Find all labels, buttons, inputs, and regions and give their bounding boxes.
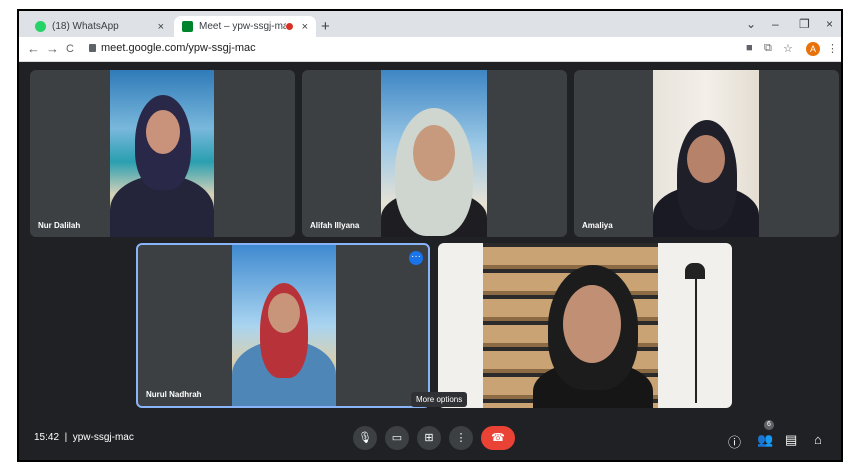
participant-tile-active[interactable]: ··· Nurul Nadhrah bbox=[136, 243, 430, 408]
camera-permission-icon[interactable]: ■ bbox=[746, 42, 753, 54]
new-tab-button[interactable]: + bbox=[321, 18, 330, 35]
url-field[interactable]: meet.google.com/ypw-ssgj-mac bbox=[101, 42, 256, 54]
meeting-controls-bar: 15:42 | ypw-ssgj-mac 🎙 ▭ ⊞ ⋮ ☎ ⓘ 👥 6 ▤ ⌂ bbox=[19, 416, 841, 460]
activities-icon[interactable]: ⌂ bbox=[814, 432, 822, 447]
present-icon[interactable]: ⊞ bbox=[417, 426, 441, 450]
camera-icon[interactable]: ▭ bbox=[385, 426, 409, 450]
close-window-button[interactable]: × bbox=[826, 17, 833, 31]
participant-video bbox=[381, 70, 487, 237]
participant-video bbox=[653, 70, 759, 237]
chat-icon[interactable]: ▤ bbox=[785, 432, 797, 448]
participant-name: Nur Dalilah bbox=[38, 221, 81, 230]
menu-icon[interactable]: ⋮ bbox=[827, 42, 838, 55]
info-icon[interactable]: ⓘ bbox=[728, 432, 741, 451]
profile-avatar[interactable]: A bbox=[806, 42, 820, 56]
tab-search-icon[interactable]: ⌄ bbox=[746, 17, 756, 31]
recording-indicator-icon bbox=[285, 23, 293, 30]
forward-button[interactable]: → bbox=[46, 41, 59, 56]
people-count-badge: 6 bbox=[764, 420, 774, 430]
lamp-icon bbox=[683, 243, 713, 408]
participant-tile[interactable]: Amaliya bbox=[574, 70, 839, 237]
participant-name: Nurul Nadhrah bbox=[146, 390, 202, 399]
tab-whatsapp[interactable]: (18) WhatsApp × bbox=[27, 16, 172, 37]
more-options-icon[interactable]: ··· bbox=[409, 251, 423, 265]
participant-tile[interactable] bbox=[438, 243, 732, 408]
cast-icon[interactable]: ⧉ bbox=[764, 42, 772, 55]
back-button[interactable]: ← bbox=[27, 41, 40, 56]
meet-icon bbox=[182, 21, 193, 32]
reload-button[interactable]: C bbox=[66, 43, 74, 55]
participant-tile[interactable]: Alifah Illyana bbox=[302, 70, 567, 237]
more-options-button[interactable]: ⋮ bbox=[449, 426, 473, 450]
tab-label: (18) WhatsApp bbox=[52, 21, 119, 32]
tab-meet[interactable]: Meet – ypw-ssgj-mac × bbox=[174, 16, 316, 37]
people-icon[interactable]: 👥 bbox=[757, 432, 773, 448]
hang-up-button[interactable]: ☎ bbox=[481, 426, 515, 450]
mic-icon[interactable]: 🎙 bbox=[353, 426, 377, 450]
participant-name: Amaliya bbox=[582, 221, 613, 230]
minimize-button[interactable]: – bbox=[772, 17, 779, 31]
more-options-tooltip: More options bbox=[411, 392, 468, 407]
meeting-time-code: 15:42 | ypw-ssgj-mac bbox=[34, 432, 134, 443]
participant-video bbox=[110, 70, 214, 237]
lock-icon bbox=[89, 44, 96, 52]
participant-name: Alifah Illyana bbox=[310, 221, 360, 230]
bookmark-star-icon[interactable]: ☆ bbox=[783, 42, 793, 55]
tab-bar: (18) WhatsApp × Meet – ypw-ssgj-mac × + … bbox=[19, 11, 841, 37]
address-bar: ← → C meet.google.com/ypw-ssgj-mac ■ ⧉ ☆… bbox=[19, 37, 841, 62]
restore-button[interactable]: ❐ bbox=[799, 17, 810, 31]
whatsapp-icon bbox=[35, 21, 46, 32]
close-tab-icon[interactable]: × bbox=[158, 21, 164, 33]
participant-video bbox=[232, 245, 336, 406]
participant-tile[interactable]: Nur Dalilah bbox=[30, 70, 295, 237]
tab-label: Meet – ypw-ssgj-mac bbox=[199, 21, 286, 32]
close-tab-icon[interactable]: × bbox=[302, 21, 308, 33]
